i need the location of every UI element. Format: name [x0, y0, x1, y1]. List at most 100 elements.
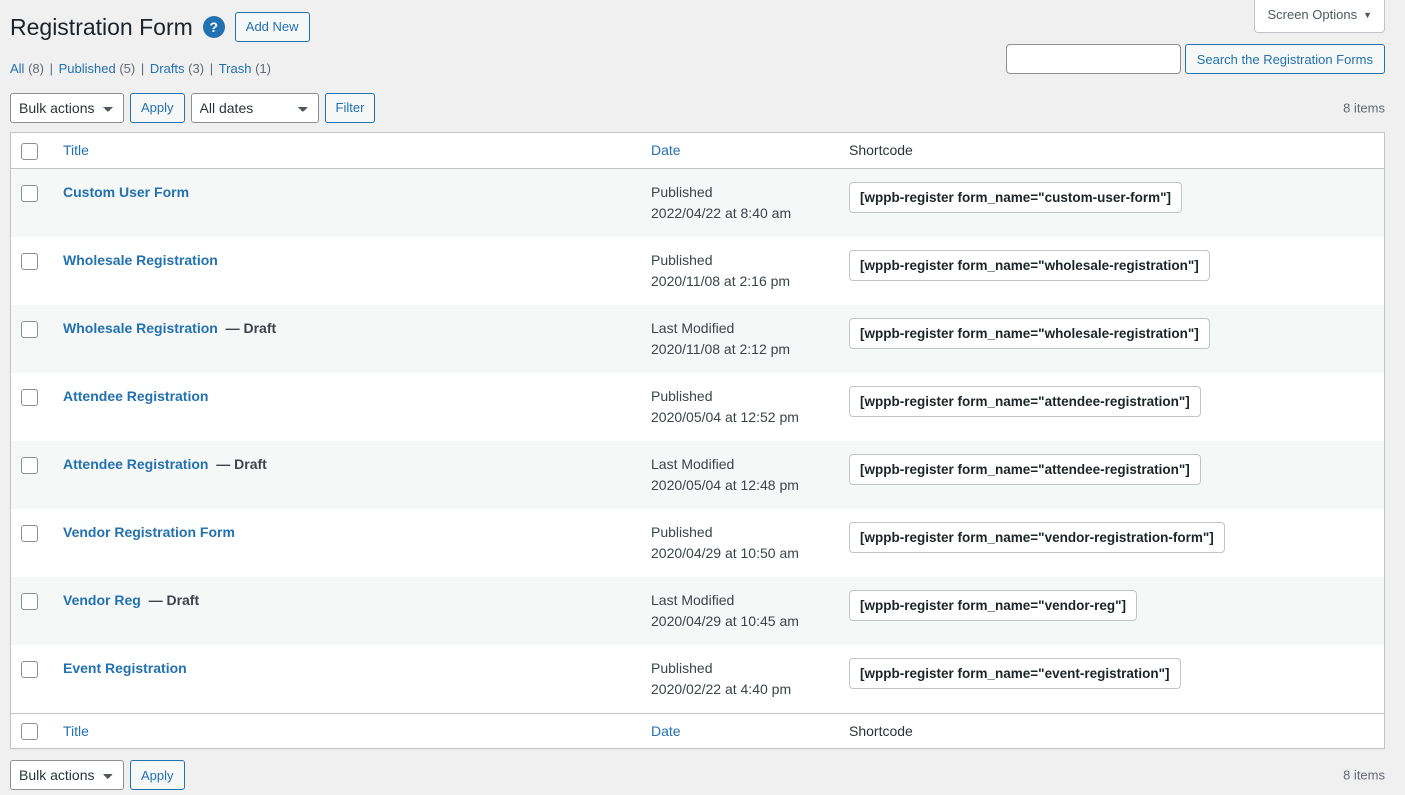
row-shortcode-cell: [wppb-register form_name="vendor-registr…	[839, 509, 1384, 577]
status-link-trash-anchor[interactable]: Trash	[219, 61, 252, 76]
row-shortcode-box[interactable]: [wppb-register form_name="event-registra…	[849, 658, 1181, 690]
row-date-value: 2020/02/22 at 4:40 pm	[651, 679, 829, 700]
column-footer-title[interactable]: Title	[53, 713, 641, 749]
column-header-shortcode-label: Shortcode	[849, 142, 913, 158]
select-all-header	[11, 133, 53, 169]
row-shortcode-box[interactable]: [wppb-register form_name="custom-user-fo…	[849, 182, 1182, 214]
tablenav-top: Bulk actions Apply All dates Filter 8 it…	[10, 88, 1385, 128]
status-separator: |	[48, 61, 55, 76]
row-date-cell: Published 2022/04/22 at 8:40 am	[641, 169, 839, 237]
column-header-shortcode: Shortcode	[839, 133, 1384, 169]
table-row: Attendee Registration Published 2020/05/…	[11, 373, 1384, 441]
column-header-date[interactable]: Date	[641, 133, 839, 169]
row-shortcode-cell: [wppb-register form_name="vendor-reg"]	[839, 577, 1384, 645]
screen-meta-links: Screen Options▼	[1254, 0, 1385, 33]
status-link-published[interactable]: Published (5) |	[59, 56, 147, 82]
row-checkbox-cell	[11, 373, 53, 441]
column-header-title[interactable]: Title	[53, 133, 641, 169]
bulk-actions-select-bottom[interactable]: Bulk actions	[10, 760, 124, 790]
column-footer-date-link[interactable]: Date	[651, 723, 681, 739]
row-title-cell: Vendor Registration Form	[53, 509, 641, 577]
date-filter-select[interactable]: All dates	[191, 93, 319, 123]
row-title-link[interactable]: Event Registration	[63, 660, 187, 676]
status-link-all-anchor[interactable]: All	[10, 61, 24, 76]
row-date-cell: Last Modified 2020/04/29 at 10:45 am	[641, 577, 839, 645]
row-title-cell: Wholesale Registration	[53, 237, 641, 305]
status-link-drafts[interactable]: Drafts (3) |	[150, 56, 215, 82]
row-date-status: Last Modified	[651, 454, 829, 475]
status-link-trash[interactable]: Trash (1)	[219, 56, 271, 82]
row-date-value: 2020/05/04 at 12:48 pm	[651, 475, 829, 496]
displaying-num-top: 8 items	[1343, 100, 1385, 115]
screen-options-button[interactable]: Screen Options▼	[1254, 0, 1385, 33]
row-title-cell: Vendor Reg — Draft	[53, 577, 641, 645]
row-checkbox[interactable]	[21, 321, 38, 338]
row-shortcode-cell: [wppb-register form_name="attendee-regis…	[839, 441, 1384, 509]
column-footer-date[interactable]: Date	[641, 713, 839, 749]
row-checkbox[interactable]	[21, 457, 38, 474]
column-header-date-link[interactable]: Date	[651, 142, 681, 158]
row-title-link[interactable]: Custom User Form	[63, 184, 189, 200]
row-checkbox[interactable]	[21, 389, 38, 406]
row-shortcode-box[interactable]: [wppb-register form_name="attendee-regis…	[849, 386, 1201, 418]
column-footer-shortcode-label: Shortcode	[849, 723, 913, 739]
select-all-checkbox-top[interactable]	[21, 143, 38, 160]
column-footer-shortcode: Shortcode	[839, 713, 1384, 749]
row-date-cell: Published 2020/04/29 at 10:50 am	[641, 509, 839, 577]
table-foot: Title Date Shortcode	[11, 713, 1384, 749]
column-header-title-link[interactable]: Title	[63, 142, 89, 158]
row-date-cell: Published 2020/11/08 at 2:16 pm	[641, 237, 839, 305]
table-footer-row: Title Date Shortcode	[11, 713, 1384, 749]
row-date-value: 2020/11/08 at 2:16 pm	[651, 271, 829, 292]
row-checkbox[interactable]	[21, 661, 38, 678]
row-post-state: — Draft	[212, 456, 266, 472]
add-new-button[interactable]: Add New	[235, 12, 310, 42]
row-date-value: 2020/05/04 at 12:52 pm	[651, 407, 829, 428]
row-shortcode-box[interactable]: [wppb-register form_name="wholesale-regi…	[849, 318, 1210, 350]
filter-button[interactable]: Filter	[325, 93, 376, 123]
row-title-link[interactable]: Vendor Reg	[63, 592, 141, 608]
table-head: Title Date Shortcode	[11, 133, 1384, 169]
help-icon[interactable]: ?	[203, 16, 225, 38]
table-row: Attendee Registration — Draft Last Modif…	[11, 441, 1384, 509]
row-checkbox-cell	[11, 169, 53, 237]
row-shortcode-cell: [wppb-register form_name="event-registra…	[839, 645, 1384, 713]
page-title: Registration Form	[10, 9, 193, 45]
status-link-published-anchor[interactable]: Published	[59, 61, 116, 76]
status-separator: |	[208, 61, 215, 76]
status-link-trash-count: (1)	[255, 61, 271, 76]
select-all-footer	[11, 713, 53, 749]
row-checkbox[interactable]	[21, 253, 38, 270]
row-checkbox-cell	[11, 305, 53, 373]
apply-button-top[interactable]: Apply	[130, 93, 185, 123]
page-wrap: Registration Form ? Add New Search the R…	[0, 0, 1405, 795]
status-link-all[interactable]: All (8) |	[10, 56, 55, 82]
status-link-published-count: (5)	[119, 61, 135, 76]
row-date-value: 2020/04/29 at 10:50 am	[651, 543, 829, 564]
apply-button-bottom[interactable]: Apply	[130, 760, 185, 790]
tablenav-bottom-actions: Bulk actions Apply	[10, 760, 185, 790]
row-title-link[interactable]: Vendor Registration Form	[63, 524, 235, 540]
row-title-link[interactable]: Wholesale Registration	[63, 320, 218, 336]
column-footer-title-link[interactable]: Title	[63, 723, 89, 739]
tablenav-top-actions: Bulk actions Apply All dates Filter	[10, 93, 375, 123]
table-row: Vendor Reg — Draft Last Modified 2020/04…	[11, 577, 1384, 645]
row-title-link[interactable]: Attendee Registration	[63, 456, 208, 472]
search-input[interactable]	[1006, 44, 1181, 74]
table-header-row: Title Date Shortcode	[11, 133, 1384, 169]
row-checkbox[interactable]	[21, 593, 38, 610]
row-shortcode-box[interactable]: [wppb-register form_name="vendor-reg"]	[849, 590, 1137, 622]
row-shortcode-box[interactable]: [wppb-register form_name="attendee-regis…	[849, 454, 1201, 486]
row-shortcode-box[interactable]: [wppb-register form_name="vendor-registr…	[849, 522, 1225, 554]
row-title-link[interactable]: Attendee Registration	[63, 388, 208, 404]
row-shortcode-cell: [wppb-register form_name="wholesale-regi…	[839, 305, 1384, 373]
status-link-drafts-anchor[interactable]: Drafts	[150, 61, 185, 76]
row-shortcode-box[interactable]: [wppb-register form_name="wholesale-regi…	[849, 250, 1210, 282]
row-checkbox[interactable]	[21, 525, 38, 542]
search-submit-button[interactable]: Search the Registration Forms	[1185, 44, 1385, 74]
bulk-actions-select-top[interactable]: Bulk actions	[10, 93, 124, 123]
screen-options-label: Screen Options	[1267, 7, 1357, 22]
row-checkbox-cell	[11, 645, 53, 713]
row-title-link[interactable]: Wholesale Registration	[63, 252, 218, 268]
row-checkbox[interactable]	[21, 185, 38, 202]
